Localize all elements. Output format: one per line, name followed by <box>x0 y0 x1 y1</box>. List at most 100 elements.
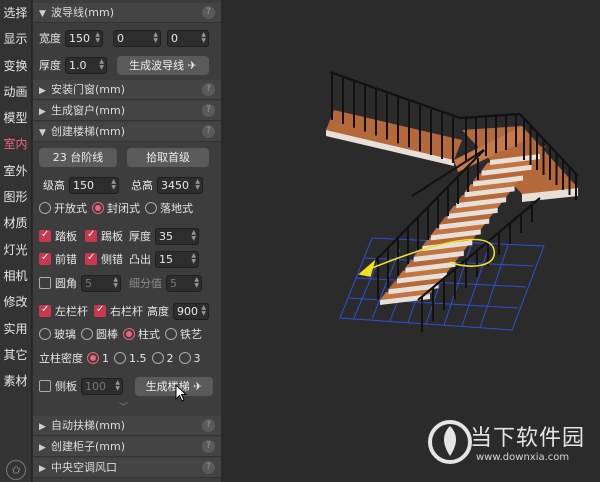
density-1-option[interactable]: 1 <box>87 352 109 365</box>
step-height-input[interactable]: 150 ▲ ▼ <box>69 176 119 194</box>
nav-item-light[interactable]: 灯光 <box>0 237 31 263</box>
spinner-icon[interactable]: ▲ ▼ <box>99 58 104 71</box>
pick-first-step-button[interactable]: 拾取首级 <box>127 147 209 167</box>
section-header-doors[interactable]: ▶ 安装门窗(mm) ? <box>33 80 221 100</box>
spinner-icon[interactable]: ▲ ▼ <box>191 252 196 265</box>
protrude-input[interactable]: 15 ▲ ▼ <box>155 250 199 268</box>
riser-checkbox[interactable] <box>85 229 97 242</box>
spinner-icon[interactable]: ▲ ▼ <box>195 178 200 191</box>
thickness-input[interactable]: 1.0 ▲ ▼ <box>65 56 107 74</box>
density-1.5-option[interactable]: 1.5 <box>114 352 147 365</box>
spinner-icon[interactable]: ▲ ▼ <box>201 31 206 44</box>
spinner-icon[interactable]: ▲ ▼ <box>194 276 199 289</box>
collapse-chevron-icon[interactable]: ﹀ <box>119 400 128 413</box>
nav-item-camera[interactable]: 相机 <box>0 263 31 289</box>
nav-item-transform[interactable]: 变换 <box>0 53 31 79</box>
section-header-stairs[interactable]: ▼ 创建楼梯(mm) ? <box>33 122 221 142</box>
rail-glass-label: 玻璃 <box>54 328 76 341</box>
nav-item-graphics[interactable]: 图形 <box>0 184 31 210</box>
nav-item-assets[interactable]: 素材 <box>0 368 31 394</box>
help-icon[interactable]: ? <box>202 125 215 138</box>
right-rail-checkbox[interactable] <box>94 304 106 317</box>
help-icon[interactable]: ? <box>202 461 215 474</box>
spinner-icon[interactable]: ▲ ▼ <box>201 304 206 317</box>
radio-icon <box>92 202 104 214</box>
type-closed-option[interactable]: 封闭式 <box>92 200 140 216</box>
nav-item-other[interactable]: 其它 <box>0 342 31 368</box>
spinner-icon[interactable]: ▲ ▼ <box>153 31 158 44</box>
left-rail-label: 左栏杆 <box>55 305 88 318</box>
help-icon[interactable]: ? <box>202 83 215 96</box>
generate-waveline-button[interactable]: 生成波导线 ✈ <box>117 55 209 75</box>
tread-thickness-input[interactable]: 35 ▲ ▼ <box>155 227 199 245</box>
section-header-waveline[interactable]: ▼ 波导线(mm) ? <box>33 3 221 23</box>
rail-post-option[interactable]: 柱式 <box>123 326 160 342</box>
rail-iron-option[interactable]: 铁艺 <box>165 326 202 342</box>
type-open-option[interactable]: 开放式 <box>39 200 87 216</box>
left-rail-checkbox[interactable] <box>39 304 51 317</box>
offset-input-2[interactable]: 0 ▲ ▼ <box>167 29 209 47</box>
rail-height-input[interactable]: 900 ▲ ▼ <box>173 302 209 320</box>
nav-item-exterior[interactable]: 室外 <box>0 158 31 184</box>
nav-item-modify[interactable]: 修改 <box>0 289 31 315</box>
nav-item-interior[interactable]: 室内 <box>0 131 31 157</box>
type-floor-option[interactable]: 落地式 <box>145 200 193 216</box>
density-3-option[interactable]: 3 <box>178 352 201 365</box>
section-header-cabinet[interactable]: ▶ 创建柜子(mm) ? <box>33 437 221 457</box>
nav-item-utility[interactable]: 实用 <box>0 316 31 342</box>
star-icon[interactable]: ✩ <box>6 460 26 480</box>
chevron-right-icon: ▶ <box>39 86 46 96</box>
rail-row: 左栏杆 右栏杆 高度 900▲▼ <box>33 300 221 322</box>
offset-input-1[interactable]: 0 ▲ ▼ <box>113 29 161 47</box>
tread-checkbox[interactable] <box>39 229 51 242</box>
help-icon[interactable]: ? <box>202 6 215 19</box>
3d-viewport[interactable] <box>222 0 600 482</box>
total-height-input[interactable]: 3450 ▲ ▼ <box>157 176 203 194</box>
type-floor-label: 落地式 <box>160 202 193 215</box>
side-edge-checkbox[interactable] <box>85 252 97 265</box>
nav-item-material[interactable]: 材质 <box>0 210 31 236</box>
radio-icon <box>87 352 99 364</box>
width-input[interactable]: 150 ▲ ▼ <box>65 29 103 47</box>
nav-item-select[interactable]: 选择 <box>0 0 31 26</box>
spinner-icon[interactable]: ▲ ▼ <box>111 178 116 191</box>
spinner-icon[interactable]: ▲ ▼ <box>191 229 196 242</box>
help-icon[interactable]: ? <box>202 104 215 117</box>
nav-item-animation[interactable]: 动画 <box>0 79 31 105</box>
thickness-label: 厚度 <box>39 59 61 72</box>
side-board-checkbox[interactable] <box>39 380 51 392</box>
rail-glass-option[interactable]: 玻璃 <box>39 326 76 342</box>
spinner-icon[interactable]: ▲ ▼ <box>113 276 118 289</box>
edge-row: 前错 侧错 凸出 15 ▲▼ <box>33 248 221 270</box>
nav-item-display[interactable]: 显示 <box>0 26 31 52</box>
generate-stairs-button[interactable]: 生成楼梯 ✈ <box>135 376 213 396</box>
round-input[interactable]: 5 ▲ ▼ <box>81 274 121 292</box>
help-icon[interactable]: ? <box>202 440 215 453</box>
spinner-icon[interactable]: ▲ ▼ <box>115 379 120 392</box>
rail-rod-option[interactable]: 圆棒 <box>81 326 118 342</box>
spinner-icon[interactable]: ▲ ▼ <box>95 31 100 44</box>
subdiv-input[interactable]: 5 ▲ ▼ <box>166 274 202 292</box>
nav-item-model[interactable]: 模型 <box>0 105 31 131</box>
side-board-label: 侧板 <box>55 380 77 393</box>
density-2-option[interactable]: 2 <box>151 352 174 365</box>
section-header-ac-vent[interactable]: ▶ 中央空调风口 ? <box>33 458 221 478</box>
help-icon[interactable]: ? <box>202 419 215 432</box>
radio-icon <box>145 202 157 214</box>
side-board-input[interactable]: 100 ▲ ▼ <box>81 377 123 395</box>
radio-icon <box>178 352 191 364</box>
front-edge-checkbox[interactable] <box>39 252 51 265</box>
section-title: 波导线(mm) <box>51 6 115 19</box>
width-label: 宽度 <box>39 32 61 45</box>
section-title: 自动扶梯(mm) <box>51 419 126 432</box>
section-header-escalator[interactable]: ▶ 自动扶梯(mm) ? <box>33 416 221 436</box>
protrude-label: 凸出 <box>129 253 151 266</box>
round-checkbox[interactable] <box>39 277 51 289</box>
section-title: 中央空调风口 <box>51 461 117 474</box>
riser-label: 踢板 <box>101 230 123 243</box>
section-header-windows[interactable]: ▶ 生成窗户(mm) ? <box>33 101 221 121</box>
stair-render <box>326 70 579 332</box>
step-lines-button[interactable]: 23 台阶线 <box>39 147 117 167</box>
rail-iron-label: 铁艺 <box>180 328 202 341</box>
radio-icon <box>123 328 135 340</box>
